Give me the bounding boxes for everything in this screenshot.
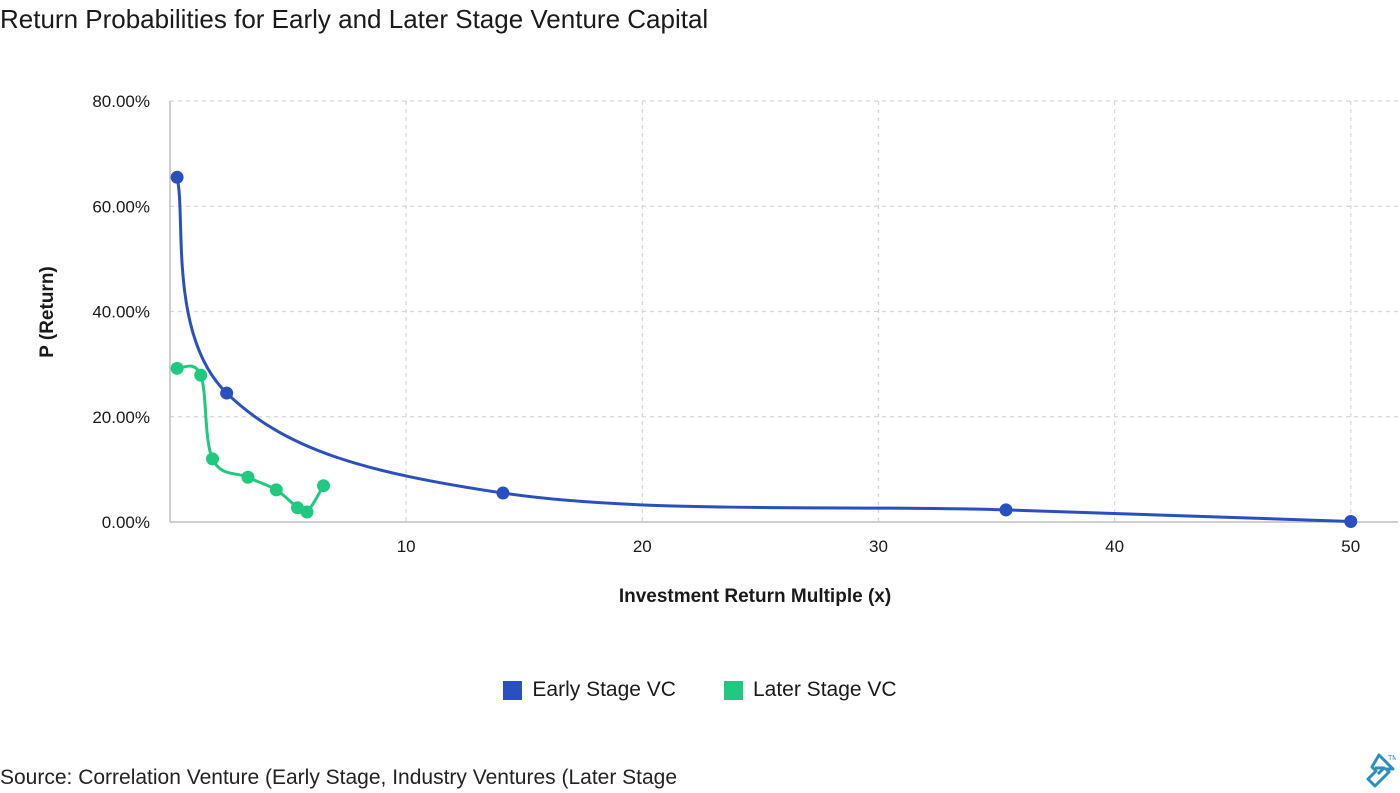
series-line [175, 364, 325, 516]
legend-item-later: Later Stage VC [723, 678, 897, 702]
legend-swatch-later [723, 680, 743, 700]
data-point [496, 486, 510, 500]
legend-label-early: Early Stage VC [532, 678, 676, 701]
chart-legend: Early Stage VC Later Stage VC [0, 678, 1400, 702]
x-tick-label: 50 [1341, 537, 1360, 556]
tick-labels: 0.00% 20.00% 40.00% 60.00% 80.00% 10 20 30 40 50 [92, 92, 1360, 556]
data-point [269, 483, 283, 497]
data-point [170, 170, 184, 184]
y-tick-label: 20.00% [92, 408, 150, 427]
x-tick-label: 10 [397, 537, 416, 556]
data-point [317, 479, 330, 493]
x-tick-label: 40 [1105, 537, 1124, 556]
gridlines [170, 100, 1398, 522]
y-tick-label: 40.00% [92, 303, 150, 322]
line-chart: 0.00%20.00%40.00%60.00%80.00%10 20 30 40 50 … [37, 92, 1398, 607]
y-axis-label: P (Return) [37, 266, 58, 357]
data-point [1344, 514, 1358, 528]
data-point [170, 361, 184, 375]
series [170, 170, 1358, 528]
y-tick-label: 80.00% [92, 92, 150, 111]
y-tick-label: 0.00% [102, 513, 150, 532]
x-tick-label: 30 [869, 537, 888, 556]
brand-logo-icon: TM [1366, 753, 1396, 788]
x-tick-label: 20 [633, 537, 652, 556]
data-point [194, 368, 208, 382]
series-later-stage [170, 361, 330, 519]
legend-item-early: Early Stage VC [503, 678, 676, 702]
svg-text:TM: TM [1388, 755, 1396, 762]
data-point [206, 452, 220, 466]
data-point [300, 505, 314, 519]
legend-label-later: Later Stage VC [752, 678, 897, 701]
data-point [220, 386, 234, 400]
series-line [175, 175, 1353, 523]
series-early-stage [170, 170, 1358, 528]
legend-swatch-early [503, 680, 523, 700]
x-axis-label: Investment Return Multiple (x) [619, 586, 891, 607]
y-tick-label: 60.00% [92, 197, 150, 216]
data-point [241, 470, 255, 484]
data-point [999, 503, 1013, 517]
source-note: Source: Correlation Venture (Early Stage… [0, 766, 678, 789]
